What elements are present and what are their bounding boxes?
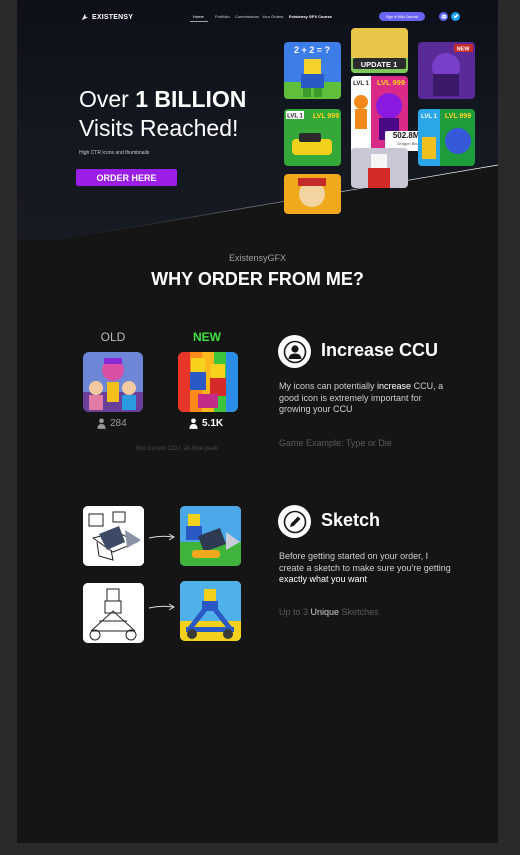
thumbnail-bottom-middle (351, 148, 408, 188)
thumb-math-text: 2 + 2 = ? (294, 45, 330, 55)
sketch-catapult-image (83, 583, 144, 643)
final-catapult-image (180, 581, 241, 641)
sketch-desc-part1: Before getting started on your order, I … (279, 551, 451, 573)
discord-signin-button[interactable]: Sign in With Discord (379, 12, 425, 21)
new-ccu-count: 5.1K (189, 418, 223, 429)
thumbnail-car: LVL 1 LVL 999 (284, 109, 341, 166)
new-icon-image (178, 352, 238, 412)
thumb-lvl-lvl999: LVL 999 (445, 113, 471, 120)
twitter-icon[interactable] (451, 12, 460, 21)
user-circle-icon (278, 335, 311, 368)
old-count-value: 284 (110, 418, 127, 429)
thumb-new-text: NEW (457, 47, 471, 53)
arrow-right-icon (148, 603, 175, 611)
thumbnail-lvl: LVL 1 LVL 999 (418, 109, 475, 166)
old-icon-image (83, 352, 143, 412)
arrow-right-icon (148, 533, 175, 541)
nav-commissions[interactable]: Commissions (235, 14, 259, 19)
final-drill-image (180, 506, 241, 566)
hero-title-prefix: Over (79, 86, 136, 112)
thumb-lvl-lvl1: LVL 1 (421, 114, 437, 120)
sketch-description: Before getting started on your order, I … (279, 551, 454, 586)
sketch-footer: Up to 3 Unique Sketches (279, 607, 379, 617)
hero-title-bold: 1 BILLION (135, 86, 247, 112)
nav-active-indicator (190, 21, 208, 22)
person-icon (97, 418, 106, 429)
sketch-footer-highlight: Unique (310, 607, 340, 617)
ccu-title: Increase CCU (321, 340, 439, 360)
brand-name: EXISTENSY (92, 13, 134, 21)
brand-logo[interactable]: EXISTENSY (81, 12, 133, 22)
ccu-game-example: Game Example: Type or Die (279, 438, 392, 448)
new-count-value: 5.1K (202, 418, 224, 429)
discord-icon[interactable] (439, 12, 448, 21)
thumbnail-new: NEW (418, 42, 475, 99)
old-label: OLD (100, 330, 126, 344)
thumbnail-math: 2 + 2 = ? (284, 42, 341, 99)
top-nav: EXISTENSY Home Portfolio Commissions You… (17, 11, 498, 25)
ccu-desc-highlight: increase (377, 381, 412, 391)
thumbnail-bottom-left (284, 174, 341, 214)
sketch-footer-part1: Up to 3 (279, 607, 311, 617)
sketch-title: Sketch (321, 510, 381, 530)
nav-your-orders[interactable]: Your Orders (262, 14, 283, 19)
thumbnail-update: UPDATE 1 (351, 28, 408, 73)
nav-portfolio[interactable]: Portfolio (215, 14, 230, 19)
sketch-footer-part2: Sketches (339, 607, 379, 617)
hero-subtitle: High CTR icons and thumbnails (79, 150, 150, 156)
why-heading: WHY ORDER FROM ME? (151, 269, 364, 289)
thumb-car-lvl1: LVL 1 (287, 114, 303, 120)
pencil-circle-icon (278, 505, 311, 538)
sketch-drill-image (83, 506, 144, 566)
logo-mark-icon (81, 13, 89, 21)
person-icon (189, 418, 198, 429)
hero-title: Over 1 BILLION Visits Reached! (79, 85, 246, 143)
hero-title-line2: Visits Reached! (79, 115, 239, 141)
thumb-update-text: UPDATE 1 (361, 60, 398, 69)
ccu-desc-part1: My icons can potentially (279, 381, 378, 391)
ccu-description: My icons can potentially increase CCU, a… (279, 381, 454, 416)
ccu-note: Not current CCU, all-time peak (136, 446, 218, 452)
hero-section: EXISTENSY Home Portfolio Commissions You… (17, 0, 498, 240)
sketch-desc-highlight: exactly what you want (279, 574, 368, 584)
page: EXISTENSY Home Portfolio Commissions You… (17, 0, 498, 843)
thumb-car-lvl999: LVL 999 (313, 113, 339, 120)
nav-gfx-course[interactable]: Existensy GFX Course (289, 14, 332, 19)
nav-home[interactable]: Home (193, 14, 204, 19)
order-here-button[interactable]: ORDER HERE (76, 169, 177, 186)
new-label: NEW (193, 330, 221, 344)
why-brand: ExistensyGFX (228, 253, 286, 263)
thumb-dragon-lvl999: LVL 999 (377, 78, 405, 87)
old-ccu-count: 284 (97, 418, 127, 429)
thumb-dragon-lvl1: LVL 1 (353, 81, 369, 87)
